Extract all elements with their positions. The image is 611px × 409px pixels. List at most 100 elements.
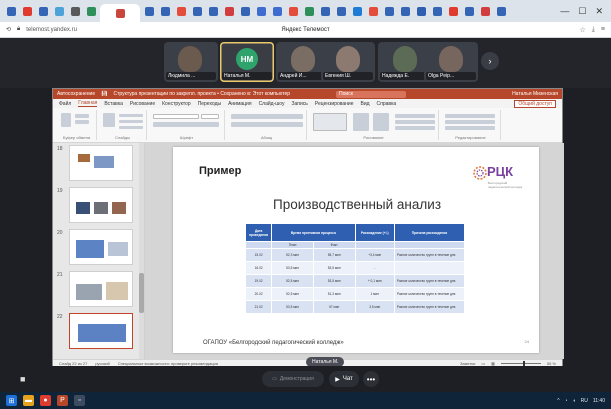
- menu-tab-1[interactable]: Главная: [78, 100, 98, 107]
- slide[interactable]: Пример РЦК Белгородский педагогический к…: [173, 147, 539, 353]
- thumbnails-scrollbar[interactable]: [139, 143, 144, 359]
- browser-tab[interactable]: [20, 4, 34, 18]
- participant-tile[interactable]: Olga Рeip...: [424, 42, 478, 82]
- language-indicator[interactable]: RU: [581, 398, 588, 404]
- clock[interactable]: 11:40: [593, 398, 605, 404]
- browser-tab[interactable]: [52, 4, 66, 18]
- menu-tab-11[interactable]: Справка: [377, 101, 397, 107]
- browser-tab[interactable]: [478, 4, 492, 18]
- layout-icon[interactable]: [119, 114, 143, 117]
- browser-tab-active[interactable]: [100, 4, 140, 22]
- participant-tile[interactable]: Евгения Ш.: [321, 42, 375, 82]
- menu-tab-9[interactable]: Рецензирование: [315, 101, 354, 107]
- browser-tab[interactable]: [462, 4, 476, 18]
- browser-tab[interactable]: [414, 4, 428, 18]
- browser-icon[interactable]: ●: [40, 395, 51, 406]
- next-participants-button[interactable]: ›: [481, 52, 499, 70]
- slide-thumbnail[interactable]: 18: [57, 145, 133, 181]
- shapes-gallery[interactable]: [313, 113, 347, 131]
- slide-thumbnail[interactable]: 19: [57, 187, 133, 223]
- align-buttons[interactable]: [231, 122, 303, 127]
- bookmark-icon[interactable]: ☆: [580, 26, 586, 34]
- menu-tab-2[interactable]: Вставка: [104, 101, 123, 107]
- font-format-buttons[interactable]: [153, 122, 219, 127]
- participant-tile[interactable]: Людмила ...: [164, 42, 218, 82]
- browser-tab[interactable]: [350, 4, 364, 18]
- chevron-up-icon[interactable]: ^: [557, 398, 559, 404]
- browser-tab[interactable]: [366, 4, 380, 18]
- back-icon[interactable]: ⟲: [6, 26, 11, 33]
- reset-icon[interactable]: [119, 120, 143, 123]
- more-button[interactable]: •••: [363, 371, 379, 387]
- browser-tab[interactable]: [238, 4, 252, 18]
- browser-tab[interactable]: [158, 4, 172, 18]
- screen-share-button[interactable]: ▭ Демонстрация: [262, 371, 324, 387]
- maximize-icon[interactable]: ☐: [578, 6, 586, 17]
- slide-thumbnail[interactable]: 20: [57, 229, 133, 265]
- file-explorer-icon[interactable]: ▬: [23, 395, 34, 406]
- browser-tab[interactable]: [302, 4, 316, 18]
- menu-tab-10[interactable]: Вид: [361, 101, 370, 107]
- slide-thumbnail-selected[interactable]: 22: [57, 313, 133, 349]
- slide-thumbnail[interactable]: 21: [57, 271, 133, 307]
- menu-tab-5[interactable]: Переходы: [198, 101, 221, 107]
- app-icon[interactable]: ▫: [74, 395, 85, 406]
- browser-tab[interactable]: [334, 4, 348, 18]
- save-icon[interactable]: 💾︎: [101, 91, 107, 97]
- url-text[interactable]: telemost.yandex.ru: [26, 27, 77, 33]
- menu-tab-0[interactable]: Файл: [59, 101, 71, 107]
- browser-tab[interactable]: [494, 4, 508, 18]
- browser-tab[interactable]: [142, 4, 156, 18]
- quick-styles-icon[interactable]: [373, 113, 389, 131]
- shape-effects[interactable]: [395, 126, 435, 130]
- minimize-icon[interactable]: —: [560, 6, 569, 17]
- browser-tab[interactable]: [36, 4, 50, 18]
- browser-tab[interactable]: [398, 4, 412, 18]
- section-icon[interactable]: [119, 126, 143, 129]
- menu-tab-7[interactable]: Слайд-шоу: [259, 101, 285, 107]
- browser-tab[interactable]: [286, 4, 300, 18]
- shape-outline[interactable]: [395, 120, 435, 124]
- browser-tab[interactable]: [206, 4, 220, 18]
- arrange-icon[interactable]: [353, 113, 369, 131]
- menu-tab-4[interactable]: Конструктор: [162, 101, 191, 107]
- network-icon[interactable]: ◔: [565, 398, 568, 404]
- shape-fill[interactable]: [395, 114, 435, 118]
- font-size-select[interactable]: [201, 114, 219, 119]
- user-name[interactable]: Наталья Мизенская: [512, 91, 558, 97]
- find-button[interactable]: [445, 114, 495, 118]
- browser-tab[interactable]: [446, 4, 460, 18]
- download-icon[interactable]: ⤓: [592, 26, 595, 34]
- autosave-label[interactable]: Автосохранение: [57, 91, 95, 97]
- replace-button[interactable]: [445, 120, 495, 124]
- browser-tab[interactable]: [190, 4, 204, 18]
- share-button[interactable]: Общий доступ: [514, 99, 556, 108]
- close-icon[interactable]: ✕: [595, 6, 603, 17]
- select-button[interactable]: [445, 126, 495, 130]
- zoom-slider[interactable]: [500, 361, 541, 366]
- list-buttons[interactable]: [231, 114, 303, 119]
- powerpoint-icon[interactable]: P: [57, 395, 68, 406]
- search-box[interactable]: Поиск: [336, 90, 407, 98]
- start-icon[interactable]: ⊞: [6, 395, 17, 406]
- scroll-thumb[interactable]: [139, 273, 144, 313]
- camera-icon[interactable]: ■: [20, 374, 32, 384]
- browser-tab[interactable]: [254, 4, 268, 18]
- menu-tab-3[interactable]: Рисование: [130, 101, 155, 107]
- browser-tab[interactable]: [68, 4, 82, 18]
- copy-icon[interactable]: [75, 120, 89, 124]
- paste-icon[interactable]: [61, 113, 71, 127]
- browser-tab[interactable]: [318, 4, 332, 18]
- browser-tab[interactable]: [84, 4, 98, 18]
- browser-tab[interactable]: [270, 4, 284, 18]
- browser-tab[interactable]: [430, 4, 444, 18]
- browser-tab[interactable]: [174, 4, 188, 18]
- cut-icon[interactable]: [75, 114, 89, 118]
- font-select[interactable]: [153, 114, 199, 119]
- browser-tab[interactable]: [382, 4, 396, 18]
- participant-tile[interactable]: НМ Наталья М.: [220, 42, 274, 82]
- volume-icon[interactable]: ◖: [573, 398, 576, 404]
- browser-tab[interactable]: [4, 4, 18, 18]
- new-slide-icon[interactable]: [103, 113, 115, 127]
- menu-icon[interactable]: ≡: [601, 26, 605, 34]
